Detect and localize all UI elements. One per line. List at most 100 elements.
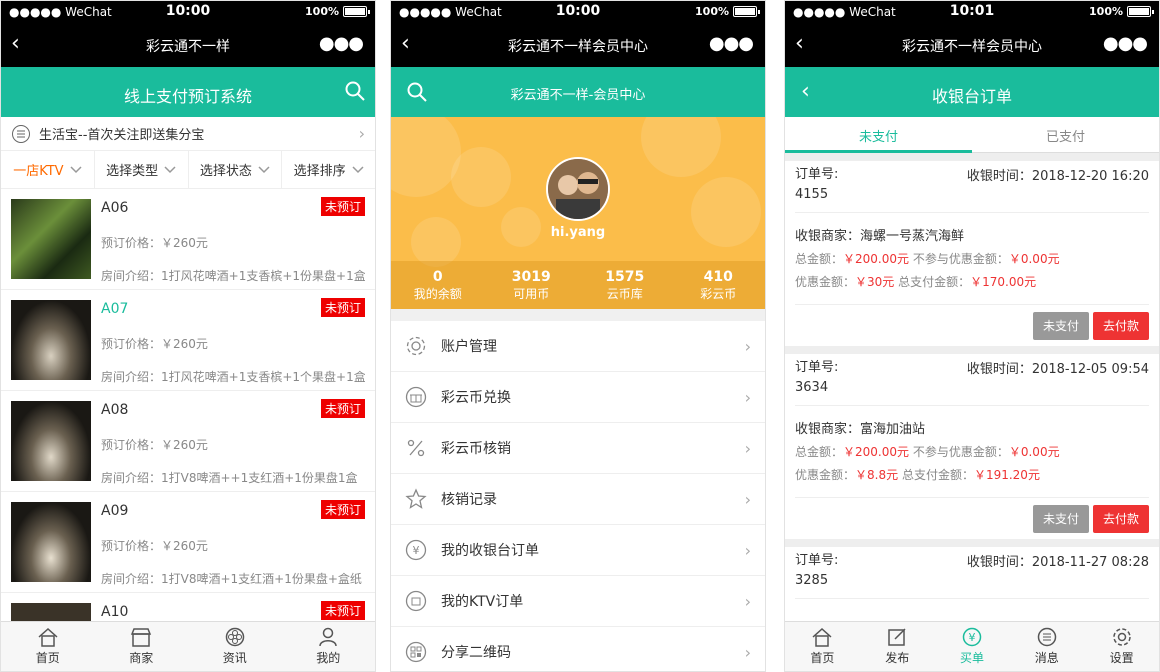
chevron-right-icon: › (744, 591, 751, 611)
more-icon[interactable]: ●●● (1103, 33, 1148, 54)
room-desc: 房间介绍：1打V8啤酒+1支红酒+1份果盘+盒纸 (101, 572, 362, 586)
tab-label: 资讯 (222, 651, 247, 665)
tab-home[interactable]: 首页 (1, 622, 95, 671)
amount-label: 总支付金额： (901, 468, 974, 482)
menu-cashier-orders[interactable]: ¥ 我的收银台订单 › (391, 525, 765, 576)
home-icon (811, 627, 833, 647)
menu-ktv-orders[interactable]: 我的KTV订单 › (391, 576, 765, 627)
tab-mine[interactable]: 我的 (282, 622, 376, 671)
more-icon[interactable]: ●●● (319, 33, 364, 54)
stats-row: 0 我的余额 3019 可用币 1575 云币库 410 彩云币 (391, 261, 765, 309)
search-icon[interactable] (345, 81, 365, 101)
gear-icon (405, 335, 427, 357)
order-time: 收银时间：2018-12-05 09:54 (966, 362, 1149, 377)
status-badge: 未预订 (320, 399, 365, 418)
menu-account[interactable]: 账户管理 › (391, 321, 765, 372)
menu-label: 核销记录 (441, 492, 497, 508)
stat-coin-bank[interactable]: 1575 云币库 (578, 261, 672, 309)
wechat-nav: ‹ 彩云通不一样 ●●● (1, 23, 375, 67)
menu-label: 我的KTV订单 (441, 594, 524, 610)
tab-unpaid[interactable]: 未支付 (785, 117, 972, 153)
tab-label: 买单 (959, 651, 984, 665)
menu-coin-exchange[interactable]: 彩云币兑换 › (391, 372, 765, 423)
filter-type[interactable]: 选择类型 (95, 151, 189, 188)
qrcode-icon (405, 641, 427, 663)
battery-group: 100% (695, 5, 760, 18)
order-time: 收银时间：2018-12-20 16:20 (966, 169, 1149, 184)
pay-button[interactable]: 去付款 (1092, 311, 1149, 340)
yen-icon: ¥ (405, 539, 427, 561)
menu-coin-redeem[interactable]: 彩云币核销 › (391, 423, 765, 474)
room-photo (11, 401, 91, 481)
wechat-nav: ‹ 彩云通不一样会员中心 ●●● (785, 23, 1159, 67)
stat-value: 0 (432, 269, 443, 285)
tab-home[interactable]: 首页 (785, 622, 860, 671)
tab-messages[interactable]: 消息 (1009, 622, 1084, 671)
tab-label: 首页 (35, 651, 60, 665)
battery-group: 100% (1089, 5, 1154, 18)
order-actions: 未支付 去付款 (795, 304, 1149, 346)
tab-paid[interactable]: 已支付 (972, 117, 1159, 152)
room-item[interactable]: A09 预订价格：￥260元 房间介绍：1打V8啤酒+1支红酒+1份果盘+盒纸 … (1, 492, 375, 593)
chevron-right-icon: › (744, 540, 751, 560)
tab-publish[interactable]: 发布 (860, 622, 935, 671)
notice-text: 生活宝--首次关注即送集分宝 (39, 128, 205, 143)
battery-percent: 100% (695, 5, 729, 18)
order-number-value: 3634 (795, 380, 829, 395)
stat-caiyun-coins[interactable]: 410 彩云币 (672, 261, 766, 309)
star-icon (405, 488, 427, 510)
notice-bar[interactable]: 生活宝--首次关注即送集分宝 › (1, 117, 375, 151)
tab-label: 我的 (316, 651, 341, 665)
order-card: 订单号: 4155 收银时间：2018-12-20 16:20 收银商家：海螺一号… (785, 153, 1159, 346)
bottom-tabbar: 首页 发布 ¥ 买单 消息 设置 (785, 621, 1159, 671)
pay-button[interactable]: 去付款 (1092, 504, 1149, 533)
order-header: 订单号: 4155 收银时间：2018-12-20 16:20 (795, 161, 1149, 213)
filter-label: 选择类型 (106, 164, 159, 179)
chevron-right-icon: › (744, 336, 751, 356)
room-price: 预订价格：￥260元 (101, 438, 208, 452)
filter-status[interactable]: 选择状态 (189, 151, 283, 188)
menu-share-qrcode[interactable]: 分享二维码 › (391, 627, 765, 671)
amount-label: 不参与优惠金额： (912, 445, 1009, 459)
username: hi.yang (550, 225, 606, 240)
flower-icon (224, 627, 246, 647)
chevron-down-icon (258, 165, 270, 174)
filter-label: 选择状态 (199, 164, 252, 179)
chevron-right-icon: › (358, 124, 365, 143)
amount-value: ￥200.00元 (843, 252, 910, 266)
filter-sort[interactable]: 选择排序 (282, 151, 375, 188)
more-icon[interactable]: ●●● (709, 33, 754, 54)
room-name: A07 (101, 301, 129, 317)
message-icon (1036, 627, 1058, 647)
order-number: 订单号: 3634 (795, 358, 838, 398)
decor-bubble (641, 117, 721, 177)
wechat-nav: ‹ 彩云通不一样会员中心 ●●● (391, 23, 765, 67)
amount-label: 总金额： (795, 445, 844, 459)
menu-label: 我的收银台订单 (441, 543, 539, 559)
tab-settings[interactable]: 设置 (1084, 622, 1159, 671)
filter-store[interactable]: 一店KTV (1, 151, 95, 188)
battery-percent: 100% (305, 5, 339, 18)
stat-label: 我的余额 (413, 287, 462, 301)
room-price: 预订价格：￥260元 (101, 236, 208, 250)
room-item[interactable]: A06 预订价格：￥260元 房间介绍：1打风花啤酒+1支香槟+1份果盘+1盒 … (1, 189, 375, 290)
room-item[interactable]: A08 预订价格：￥260元 房间介绍：1打V8啤酒++1支红酒+1份果盘1盒 … (1, 391, 375, 492)
unpaid-button[interactable]: 未支付 (1032, 504, 1089, 533)
stat-value: 3019 (511, 269, 551, 285)
tab-merchant[interactable]: 商家 (95, 622, 189, 671)
stat-balance[interactable]: 0 我的余额 (391, 261, 485, 309)
page-title: 线上支付预订系统 (123, 87, 252, 106)
chevron-down-icon (352, 165, 364, 174)
menu-redeem-records[interactable]: 核销记录 › (391, 474, 765, 525)
stat-available-coins[interactable]: 3019 可用币 (485, 261, 579, 309)
battery-icon (733, 6, 760, 17)
order-number: 订单号: 3285 (795, 551, 838, 591)
room-item[interactable]: A07 预订价格：￥260元 房间介绍：1打风花啤酒+1支香槟+1个果盘+1盒 … (1, 290, 375, 391)
tab-label: 发布 (885, 651, 910, 665)
unpaid-button[interactable]: 未支付 (1032, 311, 1089, 340)
tab-news[interactable]: 资讯 (188, 622, 282, 671)
menu-label: 彩云币核销 (441, 441, 511, 457)
tab-label: 设置 (1109, 651, 1134, 665)
avatar[interactable] (546, 157, 610, 221)
tab-checkout[interactable]: ¥ 买单 (935, 622, 1010, 671)
